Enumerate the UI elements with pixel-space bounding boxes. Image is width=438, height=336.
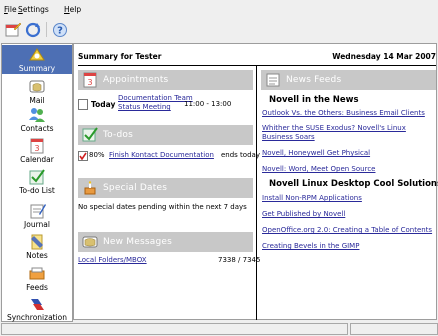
svg-text:3: 3	[34, 144, 39, 153]
summary-view: Summary for Tester Wednesday 14 Mar 2007…	[73, 43, 438, 320]
todos-title: To-dos	[103, 130, 133, 140]
special-dates-title: Special Dates	[103, 183, 168, 193]
sidebar-item-calendar[interactable]: 3 Calendar	[2, 135, 72, 165]
summary-icon	[28, 46, 46, 64]
summary-date: Wednesday 14 Mar 2007	[332, 52, 436, 61]
sidebar-item-contacts[interactable]: Contacts	[2, 103, 72, 133]
appointments-header: 3 Appointments	[78, 70, 253, 90]
news-article-link[interactable]: Novell: Word, Meet Open Source	[262, 165, 375, 173]
sidebar-item-synchronization[interactable]: Synchronization	[2, 294, 72, 322]
news-feeds-title: News Feeds	[286, 75, 342, 85]
appointment-link[interactable]: Documentation Team Status Meeting	[118, 94, 193, 112]
news-feeds-header: News Feeds	[261, 70, 436, 90]
todos-header: To-dos	[78, 125, 253, 145]
sidebar-item-journal[interactable]: Journal	[2, 199, 72, 229]
todos-icon	[82, 127, 98, 143]
sidebar-item-label: Calendar	[20, 155, 54, 164]
calendar-icon: 3	[28, 137, 46, 155]
column-divider	[256, 66, 257, 320]
special-dates-empty: No special dates pending within the next…	[78, 203, 247, 211]
mail-icon	[28, 78, 46, 96]
new-entry-icon[interactable]	[4, 21, 22, 39]
svg-text:3: 3	[87, 78, 92, 87]
help-icon[interactable]: ?	[51, 21, 69, 39]
journal-icon	[28, 202, 46, 220]
menu-settings[interactable]: Settings	[18, 5, 49, 14]
sidebar-item-label: Feeds	[26, 283, 48, 292]
synchronization-icon	[28, 295, 46, 313]
todo-percent: 80%	[89, 151, 105, 159]
feed-title: Novell in the News	[269, 95, 359, 105]
news-article-link[interactable]: OpenOffice.org 2.0: Creating a Table of …	[262, 226, 432, 234]
contacts-icon	[28, 106, 46, 124]
sidebar: Summary Mail Contacts 3 Calendar To-do L…	[1, 43, 73, 322]
sidebar-item-todo-list[interactable]: To-do List	[2, 167, 72, 197]
sidebar-item-summary[interactable]: Summary	[2, 45, 72, 74]
new-messages-header: New Messages	[78, 232, 253, 252]
status-field-secondary	[350, 323, 438, 335]
appointment-day: Today	[91, 100, 116, 109]
message-folder-link[interactable]: Local Folders/MBOX	[78, 256, 147, 264]
news-article-link[interactable]: Business Soars	[262, 133, 315, 141]
feed-title: Novell Linux Desktop Cool Solutions	[269, 179, 438, 189]
svg-text:?: ?	[57, 26, 63, 37]
mail-icon	[82, 234, 98, 250]
appointment-time: 11:00 - 13:00	[184, 100, 232, 108]
special-dates-header: Special Dates	[78, 178, 253, 198]
todo-icon	[28, 168, 46, 186]
news-article-link[interactable]: Novell, Honeywell Get Physical	[262, 149, 370, 157]
sidebar-item-notes[interactable]: Notes	[2, 231, 72, 261]
sidebar-item-label: Journal	[24, 220, 50, 229]
cake-icon	[82, 180, 98, 196]
menubar: File Settings Help	[0, 0, 438, 18]
sidebar-item-label: Summary	[18, 64, 56, 73]
appointments-title: Appointments	[103, 75, 169, 85]
header-divider	[78, 65, 436, 66]
news-article-link[interactable]: Outlook Vs. the Others: Business Email C…	[262, 109, 425, 117]
notes-icon	[28, 233, 46, 251]
sidebar-item-label: Synchronization	[6, 313, 68, 322]
menu-file[interactable]: File	[4, 5, 17, 14]
sync-refresh-icon[interactable]	[24, 21, 42, 39]
page-title: Summary for Tester	[78, 52, 162, 61]
feeds-icon	[265, 72, 281, 88]
todo-checkbox-icon[interactable]	[78, 151, 88, 161]
sidebar-item-mail[interactable]: Mail	[2, 75, 72, 105]
status-field-main	[1, 323, 348, 335]
new-messages-title: New Messages	[103, 237, 173, 247]
toolbar: ?	[0, 18, 438, 42]
feeds-icon	[28, 265, 46, 283]
news-article-link[interactable]: Get Published by Novell	[262, 210, 345, 218]
summary-header: Summary for Tester Wednesday 14 Mar 2007	[74, 44, 436, 66]
news-article-link[interactable]: Creating Bevels in the GIMP	[262, 242, 359, 250]
appointment-icon	[78, 99, 88, 110]
appointments-icon: 3	[82, 72, 98, 88]
sidebar-item-label: Contacts	[20, 124, 54, 133]
todo-due: ends today	[221, 151, 260, 159]
sidebar-item-label: To-do List	[19, 186, 55, 195]
statusbar	[0, 322, 438, 336]
toolbar-separator	[46, 22, 47, 37]
menu-help[interactable]: Help	[64, 5, 81, 14]
sidebar-item-feeds[interactable]: Feeds	[2, 263, 72, 293]
todo-link[interactable]: Finish Kontact Documentation	[109, 151, 214, 159]
news-article-link[interactable]: Install Non-RPM Applications	[262, 194, 362, 202]
news-article-link[interactable]: Whither the SUSE Exodus? Novell's Linux	[262, 124, 406, 132]
sidebar-item-label: Notes	[26, 251, 48, 260]
message-count: 7338 / 7345	[218, 256, 261, 264]
